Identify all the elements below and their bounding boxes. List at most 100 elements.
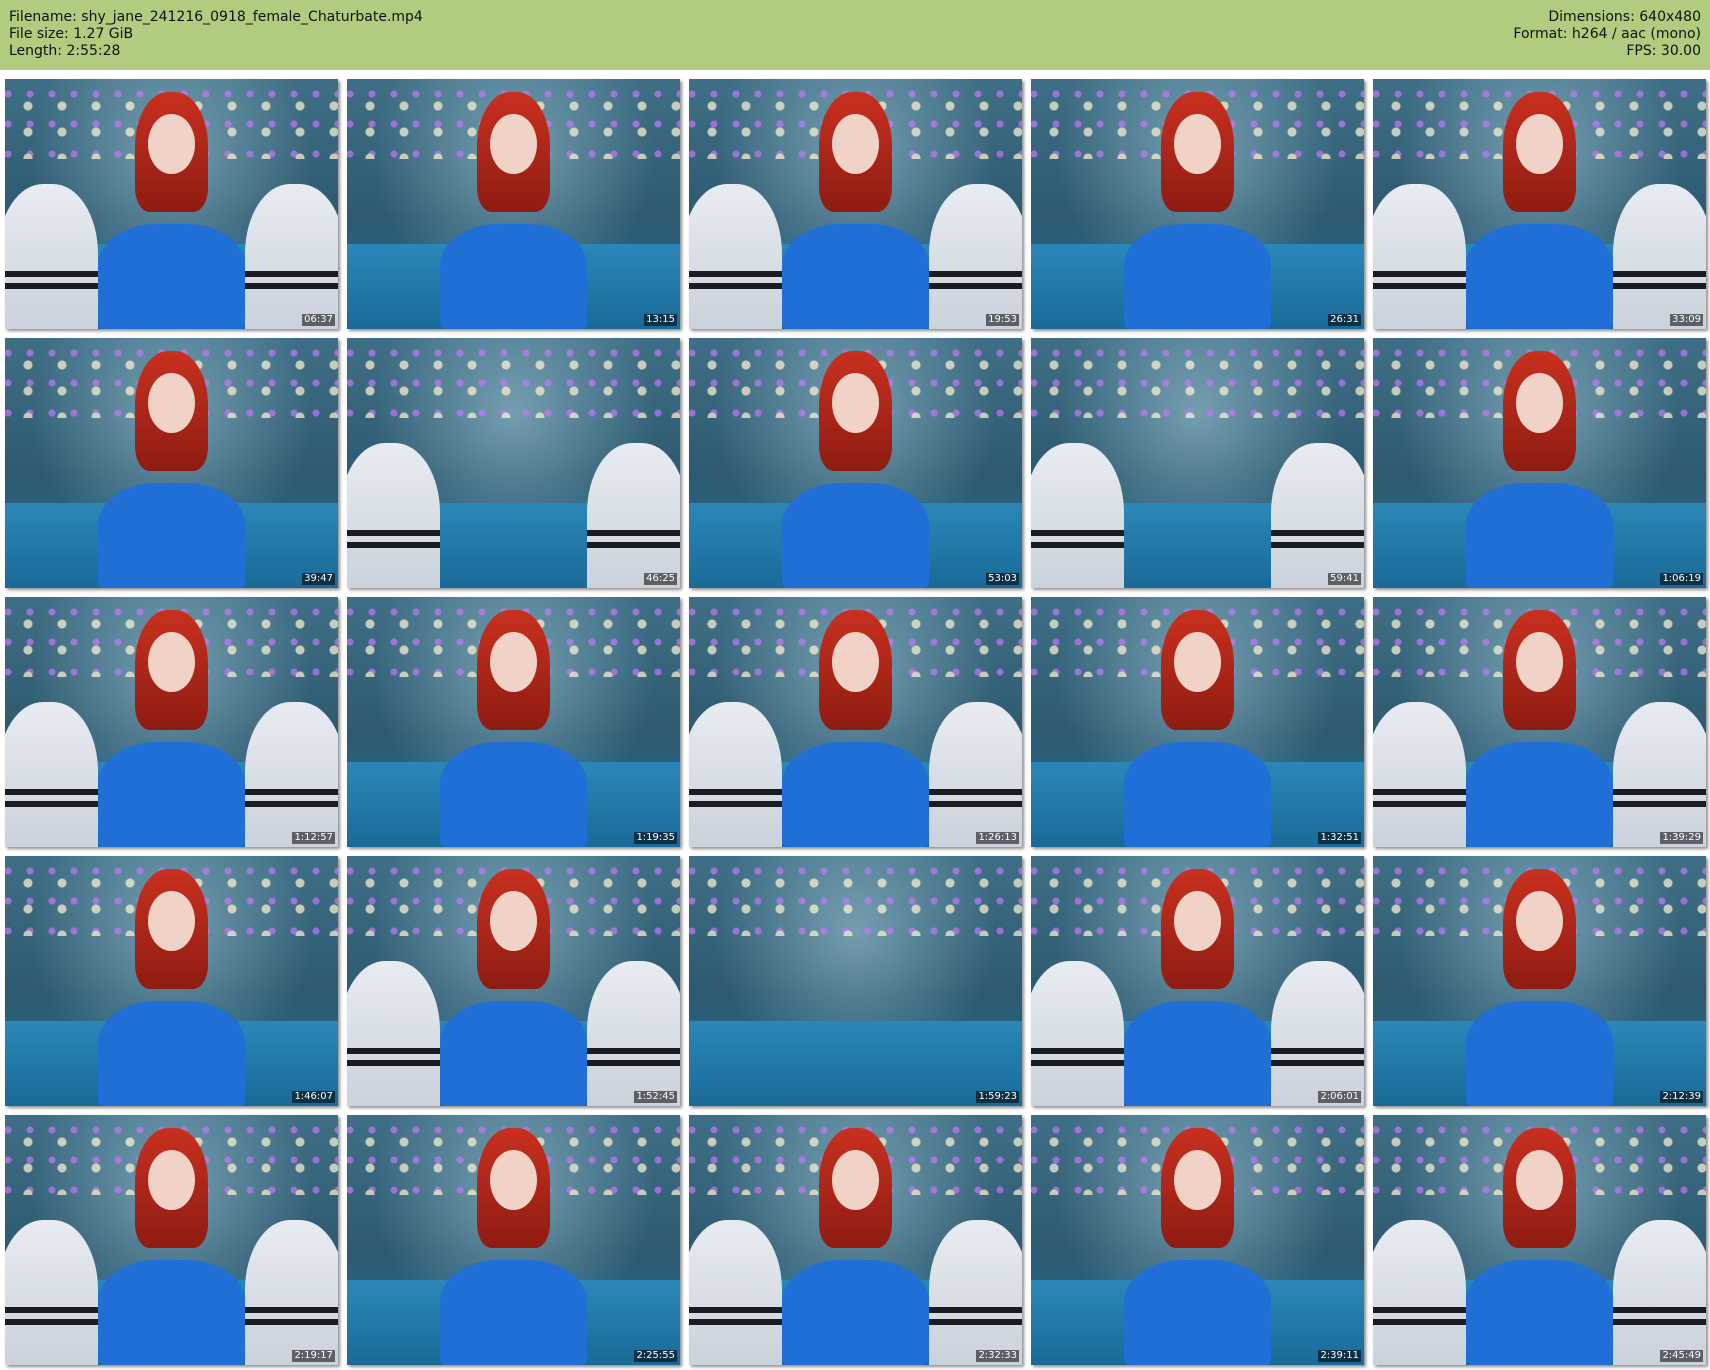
blue-shirt	[98, 1001, 245, 1106]
file-info: Filename: shy_jane_241216_0918_female_Ch…	[9, 9, 423, 60]
timestamp-label: 1:26:13	[976, 832, 1019, 844]
face	[490, 1150, 537, 1210]
thumbnail-frame[interactable]: 1:59:23	[689, 856, 1022, 1106]
timestamp-label: 26:31	[1328, 314, 1361, 326]
knee-sock-left	[1373, 184, 1467, 329]
face	[148, 373, 195, 433]
timestamp-label: 2:19:17	[292, 1350, 335, 1362]
timestamp-label: 2:06:01	[1318, 1091, 1361, 1103]
face	[1174, 114, 1221, 174]
knee-sock-right	[928, 1220, 1022, 1365]
blue-shirt	[1466, 1260, 1613, 1365]
knee-sock-right	[244, 1220, 338, 1365]
knee-sock-right	[586, 961, 680, 1106]
blue-shirt	[98, 483, 245, 588]
thumbnail-frame[interactable]: 59:41	[1031, 338, 1364, 588]
thumbnail-frame[interactable]: 1:06:19	[1373, 338, 1706, 588]
timestamp-label: 19:53	[986, 314, 1019, 326]
timestamp-label: 1:46:07	[292, 1091, 335, 1103]
thumbnail-frame[interactable]: 2:12:39	[1373, 856, 1706, 1106]
face	[490, 632, 537, 692]
string-lights	[689, 866, 1022, 936]
thumbnail-frame[interactable]: 06:37	[5, 79, 338, 329]
blue-shirt	[1466, 483, 1613, 588]
blue-shirt	[1124, 1260, 1271, 1365]
blue-shirt	[1124, 1001, 1271, 1106]
thumbnail-frame[interactable]: 1:52:45	[347, 856, 680, 1106]
filename-text: Filename: shy_jane_241216_0918_female_Ch…	[9, 9, 423, 25]
knee-sock-left	[689, 702, 783, 847]
info-header: Filename: shy_jane_241216_0918_female_Ch…	[0, 0, 1710, 70]
knee-sock-left	[1031, 443, 1125, 588]
thumbnail-frame[interactable]: 19:53	[689, 79, 1022, 329]
thumbnail-frame[interactable]: 13:15	[347, 79, 680, 329]
blue-shirt	[782, 224, 929, 329]
timestamp-label: 2:39:11	[1318, 1350, 1361, 1362]
thumbnail-frame[interactable]: 1:32:51	[1031, 597, 1364, 847]
format-text: Format: h264 / aac (mono)	[1513, 26, 1701, 42]
blue-shirt	[1466, 742, 1613, 847]
face	[1516, 114, 1563, 174]
knee-sock-right	[586, 443, 680, 588]
timestamp-label: 1:59:23	[976, 1091, 1019, 1103]
face	[1516, 891, 1563, 951]
thumbnail-frame[interactable]: 1:26:13	[689, 597, 1022, 847]
timestamp-label: 1:32:51	[1318, 832, 1361, 844]
knee-sock-left	[1373, 702, 1467, 847]
blue-shirt	[1124, 224, 1271, 329]
thumbnail-frame[interactable]: 46:25	[347, 338, 680, 588]
face	[832, 114, 879, 174]
thumbnail-frame[interactable]: 2:06:01	[1031, 856, 1364, 1106]
thumbnail-frame[interactable]: 1:19:35	[347, 597, 680, 847]
thumbnail-frame[interactable]: 39:47	[5, 338, 338, 588]
thumbnail-frame[interactable]: 2:39:11	[1031, 1115, 1364, 1365]
timestamp-label: 13:15	[644, 314, 677, 326]
thumbnail-frame[interactable]: 26:31	[1031, 79, 1364, 329]
blue-shirt	[782, 1260, 929, 1365]
dimensions-text: Dimensions: 640x480	[1548, 9, 1701, 25]
knee-sock-left	[5, 1220, 99, 1365]
blue-shirt	[98, 224, 245, 329]
timestamp-label: 06:37	[302, 314, 335, 326]
knee-sock-left	[689, 184, 783, 329]
face	[148, 891, 195, 951]
knee-sock-left	[689, 1220, 783, 1365]
length-text: Length: 2:55:28	[9, 43, 121, 59]
thumbnail-frame[interactable]: 2:45:49	[1373, 1115, 1706, 1365]
bed	[689, 1021, 1022, 1106]
blue-shirt	[1124, 742, 1271, 847]
knee-sock-right	[1270, 961, 1364, 1106]
video-info: Dimensions: 640x480 Format: h264 / aac (…	[1513, 9, 1701, 60]
thumbnail-grid: 06:37 13:15 19:53 26:31 33:09 39:47 46:25 53:03…	[5, 79, 1706, 1365]
knee-sock-right	[928, 184, 1022, 329]
thumbnail-frame[interactable]: 1:39:29	[1373, 597, 1706, 847]
knee-sock-left	[347, 443, 441, 588]
thumbnail-frame[interactable]: 53:03	[689, 338, 1022, 588]
face	[490, 114, 537, 174]
thumbnail-frame[interactable]: 2:25:55	[347, 1115, 680, 1365]
thumbnail-frame[interactable]: 1:12:57	[5, 597, 338, 847]
thumbnail-frame[interactable]: 1:46:07	[5, 856, 338, 1106]
face	[148, 1150, 195, 1210]
timestamp-label: 59:41	[1328, 573, 1361, 585]
blue-shirt	[440, 742, 587, 847]
face	[1174, 891, 1221, 951]
face	[832, 632, 879, 692]
timestamp-label: 2:45:49	[1660, 1350, 1703, 1362]
face	[1516, 632, 1563, 692]
thumbnail-frame[interactable]: 33:09	[1373, 79, 1706, 329]
thumbnail-frame[interactable]: 2:19:17	[5, 1115, 338, 1365]
thumbnail-frame[interactable]: 2:32:33	[689, 1115, 1022, 1365]
blue-shirt	[782, 742, 929, 847]
knee-sock-right	[244, 702, 338, 847]
face	[1174, 1150, 1221, 1210]
timestamp-label: 39:47	[302, 573, 335, 585]
face	[490, 891, 537, 951]
timestamp-label: 2:32:33	[976, 1350, 1019, 1362]
face	[148, 632, 195, 692]
timestamp-label: 1:12:57	[292, 832, 335, 844]
face	[1174, 632, 1221, 692]
timestamp-label: 2:25:55	[634, 1350, 677, 1362]
knee-sock-right	[928, 702, 1022, 847]
knee-sock-right	[1612, 1220, 1706, 1365]
